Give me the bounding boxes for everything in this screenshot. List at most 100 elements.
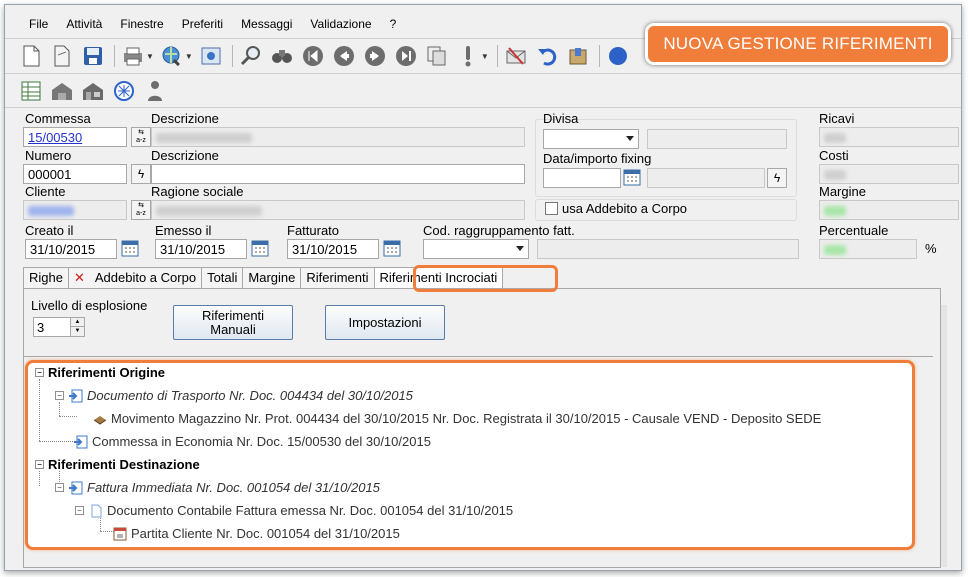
document-arrow-icon <box>74 435 88 448</box>
tab-margine[interactable]: Margine <box>242 267 302 288</box>
lightning-button[interactable]: ϟ <box>131 164 151 184</box>
addebito-checkbox[interactable] <box>545 202 558 215</box>
impostazioni-button[interactable]: Impostazioni <box>325 305 445 340</box>
calendar-icon[interactable] <box>383 239 401 257</box>
fixing-lightning-button[interactable]: ϟ <box>767 168 787 188</box>
document-arrow-icon <box>69 389 83 402</box>
tree-node-contabile[interactable]: − Documento Contabile Fattura emessa Nr. … <box>75 503 513 518</box>
tab-riferimenti[interactable]: Riferimenti <box>300 267 375 288</box>
warehouse-alt-icon[interactable] <box>81 79 105 103</box>
collapse-icon[interactable]: − <box>75 506 84 515</box>
tree-node-commessa[interactable]: Commessa in Economia Nr. Doc. 15/00530 d… <box>73 434 431 449</box>
toolbar-separator <box>496 45 498 67</box>
settings-icon[interactable] <box>199 44 223 68</box>
tab-highlight <box>413 265 558 292</box>
collapse-icon[interactable]: − <box>55 483 64 492</box>
fatturato-date-field[interactable]: 31/10/2015 <box>287 239 379 259</box>
fixing-date-field[interactable] <box>543 168 621 188</box>
commessa-lookup-button[interactable]: ⇆ a-z <box>131 127 151 147</box>
save-icon[interactable] <box>81 44 105 68</box>
cliente-lookup-button[interactable]: ⇆ a-z <box>131 200 151 220</box>
menu-help[interactable]: ? <box>390 17 397 31</box>
next-record-icon[interactable] <box>363 44 387 68</box>
warehouse-icon[interactable] <box>50 79 74 103</box>
print-icon[interactable] <box>121 44 145 68</box>
commessa-field[interactable]: 15/00530 <box>23 127 127 147</box>
costi-field <box>819 164 959 184</box>
menu-file[interactable]: File <box>29 17 48 31</box>
tree-guide <box>59 402 60 416</box>
stepper-down-icon[interactable]: ▼ <box>70 327 84 336</box>
collapse-icon[interactable]: − <box>35 368 44 377</box>
chevron-down-icon <box>516 246 524 251</box>
descrizione-field <box>151 127 525 147</box>
vertical-scrollbar[interactable] <box>941 305 947 567</box>
numero-field[interactable]: 000001 <box>23 164 127 184</box>
document-arrow-icon <box>69 481 83 494</box>
package-icon[interactable] <box>566 44 590 68</box>
copy-document-icon[interactable] <box>425 44 449 68</box>
menu-messaggi[interactable]: Messaggi <box>241 17 292 31</box>
alert-icon[interactable] <box>456 44 480 68</box>
spreadsheet-icon[interactable] <box>19 79 43 103</box>
cliente-label: Cliente <box>25 184 66 199</box>
tree-node-destinazione[interactable]: − Riferimenti Destinazione <box>35 457 200 472</box>
tree-node-origine[interactable]: − Riferimenti Origine <box>35 365 165 380</box>
chevron-down-icon[interactable]: ▼ <box>481 52 489 61</box>
tab-righe[interactable]: Righe <box>23 267 69 288</box>
calendar-icon[interactable] <box>121 239 139 257</box>
tree-node-fattura[interactable]: − Fattura Immediata Nr. Doc. 001054 del 3… <box>55 480 380 495</box>
open-document-icon[interactable] <box>50 44 74 68</box>
binoculars-icon[interactable] <box>270 44 294 68</box>
calendar-icon[interactable] <box>251 239 269 257</box>
stepper-up-icon[interactable]: ▲ <box>70 318 84 327</box>
person-icon[interactable] <box>143 79 167 103</box>
tree-node-movimento[interactable]: Movimento Magazzino Nr. Prot. 004434 del… <box>92 411 821 426</box>
network-icon[interactable] <box>112 79 136 103</box>
previous-record-icon[interactable] <box>332 44 356 68</box>
collapse-icon[interactable]: − <box>55 391 64 400</box>
cliente-field[interactable] <box>23 200 127 220</box>
document-icon <box>91 504 102 517</box>
search-icon[interactable] <box>239 44 263 68</box>
menu-attivita[interactable]: Attività <box>66 17 102 31</box>
divisa-select[interactable] <box>543 129 639 149</box>
menu-preferiti[interactable]: Preferiti <box>182 17 223 31</box>
commessa-link[interactable]: 15/00530 <box>28 130 82 145</box>
first-record-icon[interactable] <box>301 44 325 68</box>
delete-icon: ✕ <box>73 270 85 285</box>
cod-raggruppamento-select[interactable] <box>423 239 529 259</box>
new-document-icon[interactable] <box>19 44 43 68</box>
chevron-down-icon[interactable]: ▼ <box>146 52 154 61</box>
tree-node-partita[interactable]: Partita Cliente Nr. Doc. 001054 del 31/1… <box>112 526 400 541</box>
commessa-label: Commessa <box>25 111 91 126</box>
info-icon[interactable] <box>606 44 630 68</box>
chevron-down-icon[interactable]: ▼ <box>185 52 193 61</box>
tab-addebito-a-corpo[interactable]: ✕ Addebito a Corpo <box>67 267 203 288</box>
tab-addebito-label: Addebito a Corpo <box>94 270 197 285</box>
calendar-icon[interactable] <box>623 168 641 186</box>
tree-guide <box>59 416 77 417</box>
ragione-sociale-field <box>151 200 525 220</box>
emesso-date-field[interactable]: 31/10/2015 <box>155 239 247 259</box>
descrizione2-field[interactable] <box>151 164 525 184</box>
livello-stepper[interactable]: 3 ▲ ▼ <box>33 317 85 337</box>
mail-icon[interactable] <box>504 44 528 68</box>
menu-validazione[interactable]: Validazione <box>310 17 371 31</box>
cod-raggruppamento-label: Cod. raggruppamento fatt. <box>423 223 575 238</box>
tree-node-label: Riferimenti Origine <box>48 365 166 380</box>
tab-totali[interactable]: Totali <box>201 267 244 288</box>
riferimenti-manuali-button[interactable]: Riferimenti Manuali <box>173 305 293 340</box>
references-tree: − Riferimenti Origine − Documento di Trasp… <box>25 360 915 550</box>
last-record-icon[interactable] <box>394 44 418 68</box>
redacted-text <box>824 245 846 255</box>
globe-search-icon[interactable] <box>160 44 184 68</box>
creato-date-field[interactable]: 31/10/2015 <box>25 239 117 259</box>
ricavi-label: Ricavi <box>819 111 855 126</box>
menu-finestre[interactable]: Finestre <box>120 17 163 31</box>
tree-node-ddt[interactable]: − Documento di Trasporto Nr. Doc. 004434 … <box>55 388 413 403</box>
undo-icon[interactable] <box>535 44 559 68</box>
percent-sign: % <box>925 241 937 256</box>
collapse-icon[interactable]: − <box>35 460 44 469</box>
ricavi-field <box>819 127 959 147</box>
